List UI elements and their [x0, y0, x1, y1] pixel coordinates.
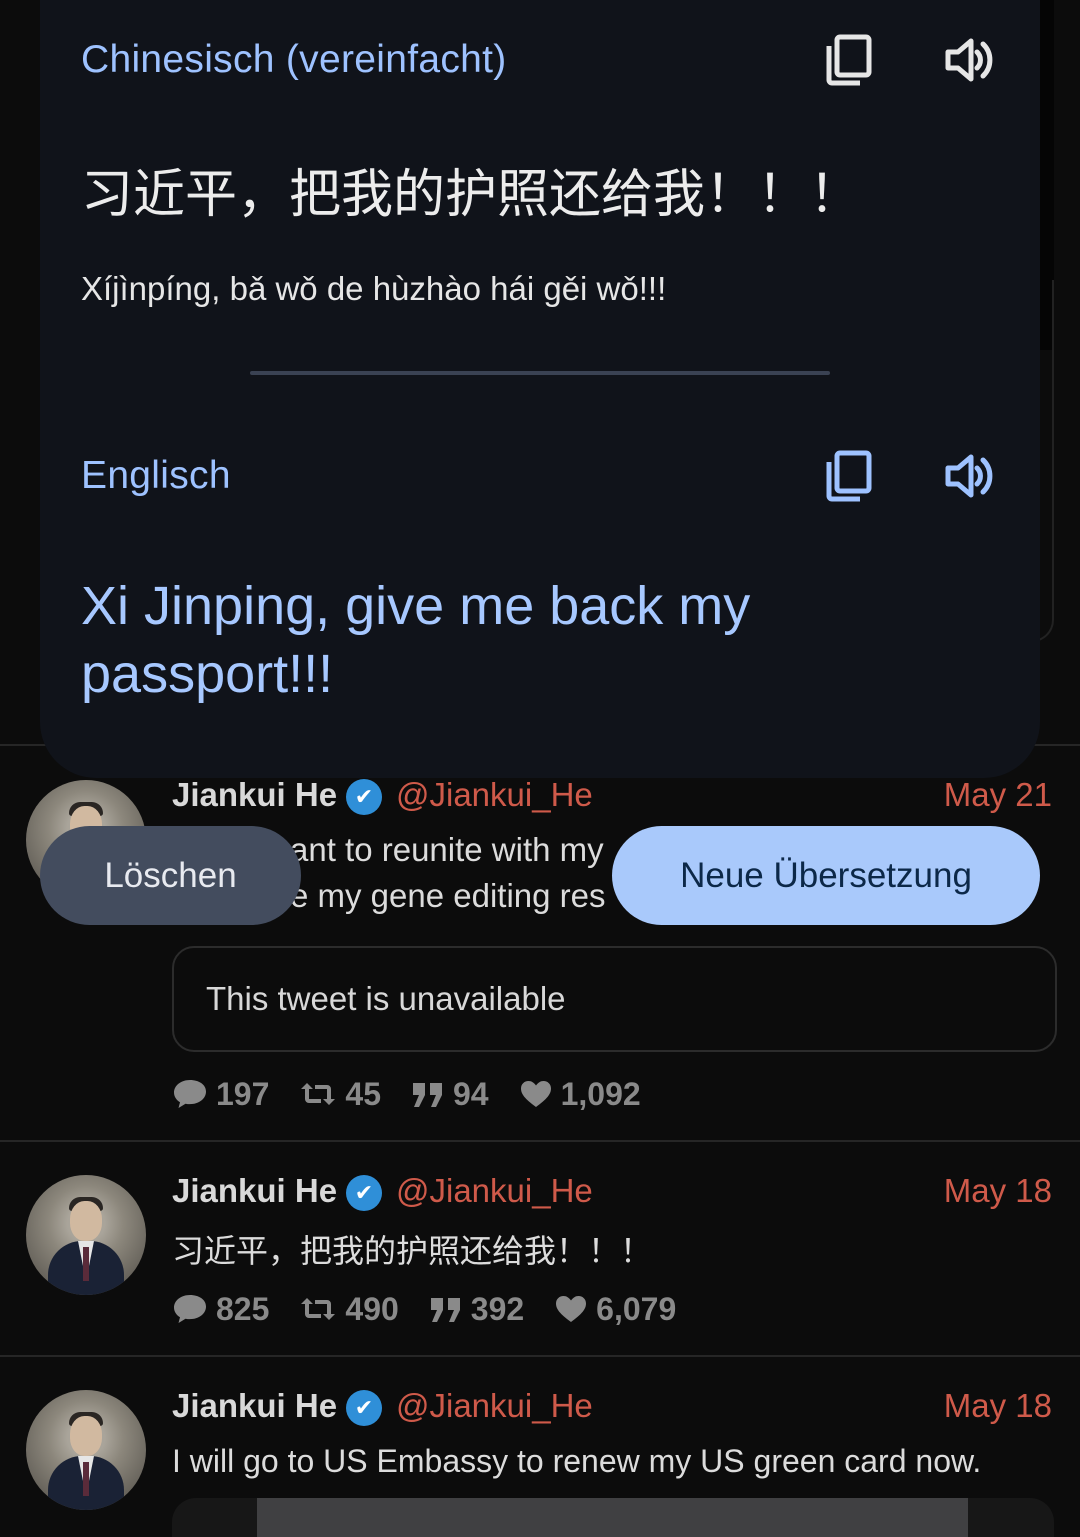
retweet-count: 490 — [345, 1290, 399, 1327]
tweet-text-line-2: e my gene editing res — [290, 877, 606, 914]
retweet-button[interactable]: 490 — [299, 1290, 399, 1328]
tweet-date: May 18 — [943, 1387, 1052, 1424]
quote-icon — [412, 1083, 442, 1107]
retweet-icon — [301, 1083, 336, 1105]
retweet-icon — [301, 1298, 336, 1320]
like-count: 6,079 — [596, 1290, 677, 1327]
retweet-button[interactable]: 45 — [299, 1076, 381, 1113]
section-divider — [250, 371, 830, 375]
speak-target-button[interactable] — [938, 444, 1002, 508]
author-handle[interactable]: @Jiankui_He — [396, 1387, 593, 1425]
verified-badge-icon: ✔ — [346, 1175, 382, 1211]
tweet-divider — [0, 1140, 1080, 1142]
heart-icon — [520, 1081, 551, 1107]
like-button[interactable]: 6,079 — [554, 1291, 676, 1328]
source-transliteration: Xíjìnpíng, bǎ wǒ de hùzhào hái gěi wǒ!!! — [81, 270, 667, 307]
author-handle[interactable]: @Jiankui_He — [396, 1172, 593, 1210]
translation-panel: Chinesisch (vereinfacht) 习近平，把我的护照还给我！！！… — [40, 0, 1040, 778]
quote-icon — [430, 1298, 460, 1322]
source-text[interactable]: 习近平，把我的护照还给我！！！ — [81, 152, 861, 227]
quote-count: 392 — [470, 1290, 525, 1327]
new-translation-button[interactable]: Neue Übersetzung — [612, 826, 1040, 925]
source-language-label[interactable]: Chinesisch (vereinfacht) — [81, 38, 507, 82]
avatar[interactable] — [26, 1390, 146, 1510]
copy-icon — [826, 450, 872, 502]
delete-button[interactable]: Löschen — [40, 826, 301, 925]
heart-icon — [556, 1296, 587, 1322]
tweet-text: I will go to US Embassy to renew my US g… — [172, 1443, 982, 1479]
quote-count: 94 — [452, 1075, 489, 1112]
reply-count: 197 — [216, 1075, 270, 1112]
avatar[interactable] — [26, 1175, 146, 1295]
screen: Jiankui He ✔ @Jiankui_He May 21 ant to r… — [0, 0, 1080, 1537]
copy-source-button[interactable] — [817, 28, 881, 92]
verified-badge-icon: ✔ — [346, 779, 382, 815]
quote-button[interactable]: 94 — [411, 1076, 489, 1113]
author-handle[interactable]: @Jiankui_He — [396, 776, 593, 814]
quoted-tweet-unavailable: This tweet is unavailable — [172, 946, 1057, 1052]
reply-button[interactable]: 825 — [172, 1291, 269, 1328]
speak-source-button[interactable] — [938, 28, 1002, 92]
speaker-icon — [945, 38, 993, 82]
tweet-date: May 21 — [943, 776, 1052, 813]
speaker-icon — [945, 454, 993, 498]
quote-button[interactable]: 392 — [429, 1291, 524, 1328]
translated-text[interactable]: Xi Jinping, give me back my passport!!! — [81, 572, 881, 708]
verified-badge-icon: ✔ — [346, 1390, 382, 1426]
tweet-date: May 18 — [943, 1172, 1052, 1209]
target-language-label[interactable]: Englisch — [81, 454, 231, 498]
tweet-media-image[interactable] — [257, 1498, 968, 1537]
comment-icon — [174, 1080, 206, 1108]
tweet-divider — [0, 1355, 1080, 1357]
retweet-count: 45 — [345, 1075, 381, 1112]
copy-icon — [826, 34, 872, 86]
reply-button[interactable]: 197 — [172, 1076, 269, 1113]
copy-target-button[interactable] — [817, 444, 881, 508]
tweet-stats: 825 490 392 6,079 — [172, 1289, 706, 1329]
tweet-text: 习近平，把我的护照还给我！！！ — [172, 1232, 653, 1270]
author-name[interactable]: Jiankui He — [172, 1172, 337, 1210]
author-name[interactable]: Jiankui He — [172, 1387, 337, 1425]
reply-count: 825 — [216, 1290, 270, 1327]
tweet-text-line-1: ant to reunite with my — [290, 831, 604, 868]
like-button[interactable]: 1,092 — [519, 1076, 641, 1113]
author-name[interactable]: Jiankui He — [172, 776, 337, 814]
tweet-stats: 197 45 94 1,092 — [172, 1074, 671, 1114]
comment-icon — [174, 1295, 206, 1323]
like-count: 1,092 — [560, 1075, 641, 1112]
